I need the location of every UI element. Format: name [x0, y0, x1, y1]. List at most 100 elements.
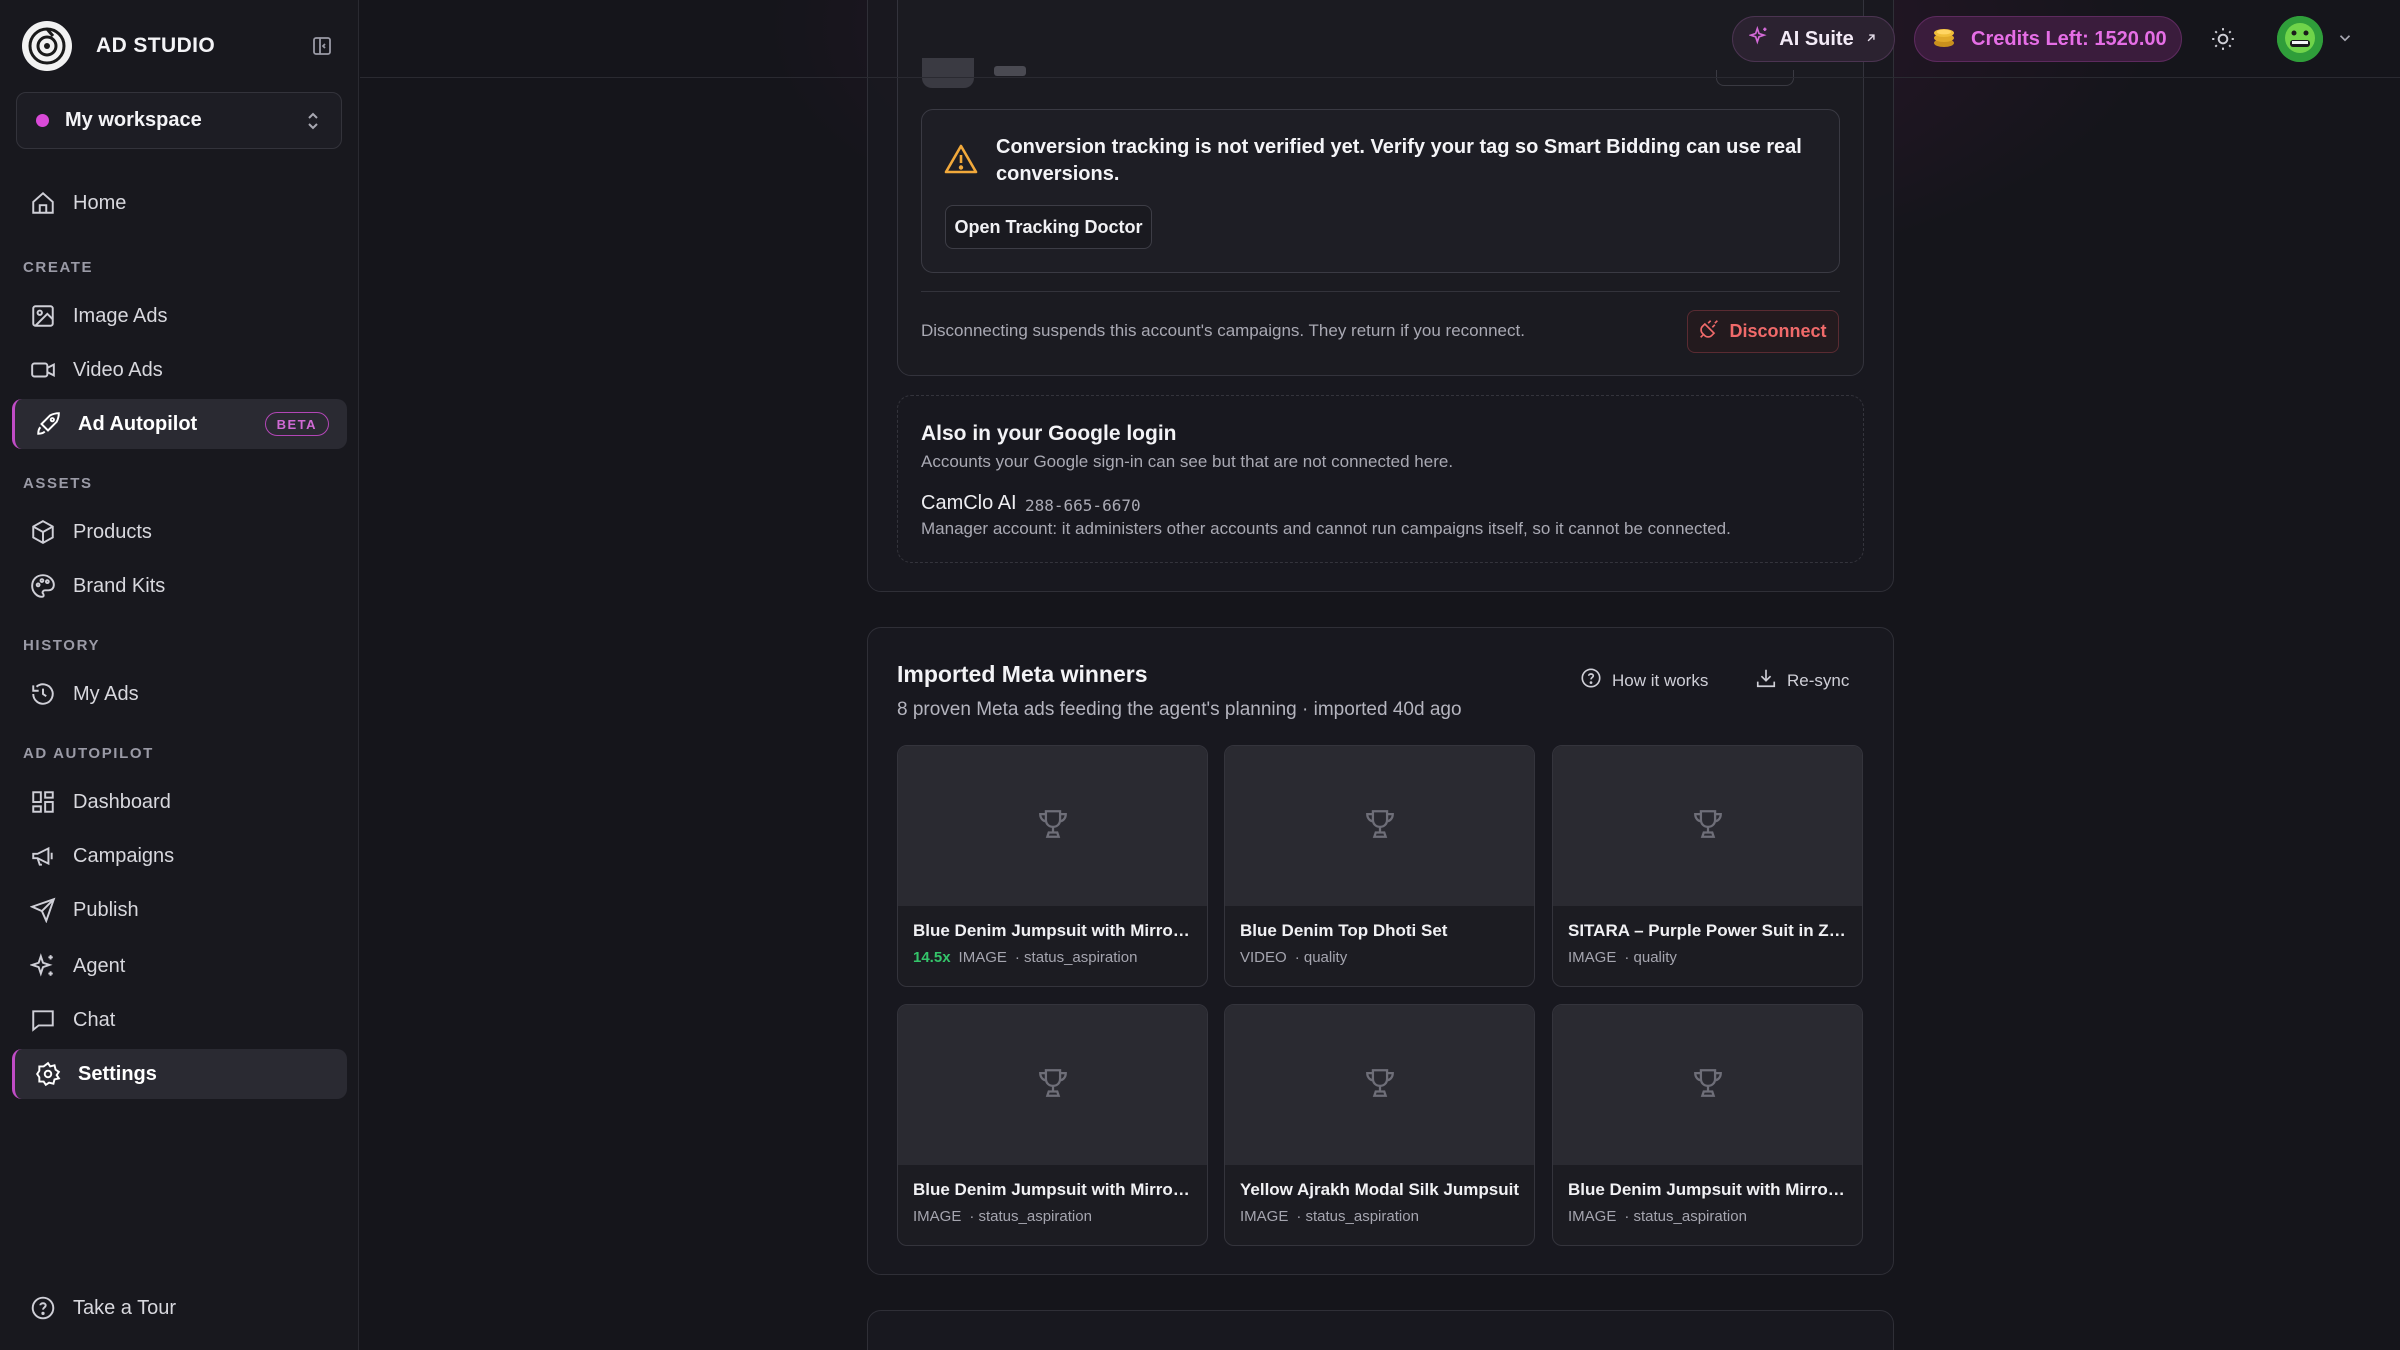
card-type: IMAGE: [1568, 949, 1617, 966]
nav-ad-autopilot[interactable]: Ad Autopilot BETA: [12, 399, 347, 449]
nav-my-ads[interactable]: My Ads: [12, 669, 347, 719]
ai-suite-label: AI Suite: [1779, 27, 1854, 50]
resync-button[interactable]: Re-sync: [1755, 667, 1849, 694]
card-tag: · status_aspiration: [969, 1208, 1092, 1225]
trophy-icon: [1036, 807, 1070, 846]
card-tag: · status_aspiration: [1014, 949, 1138, 966]
dashboard-icon: [29, 788, 57, 816]
winner-card[interactable]: Blue Denim Top Dhoti Set VIDEO · quality: [1224, 745, 1535, 987]
nav-video-ads[interactable]: Video Ads: [12, 345, 347, 395]
card-meta: VIDEO · quality: [1240, 949, 1347, 966]
section-history: HISTORY: [23, 637, 101, 654]
winner-card[interactable]: Blue Denim Jumpsuit with Mirror ... IMAG…: [1552, 1004, 1863, 1246]
brand-name: AD STUDIO: [96, 34, 216, 57]
nav-products[interactable]: Products: [12, 507, 347, 557]
account-name: CamClo AI: [921, 492, 1017, 514]
trophy-icon: [1363, 807, 1397, 846]
card-tag: · status_aspiration: [1624, 1208, 1747, 1225]
section-assets: ASSETS: [23, 475, 93, 492]
nav-take-tour-label: Take a Tour: [73, 1296, 177, 1319]
chevron-updown-icon: [305, 109, 321, 138]
brand[interactable]: AD STUDIO: [22, 20, 215, 72]
meta-winners-subtitle: 8 proven Meta ads feeding the agent's pl…: [897, 699, 1462, 720]
brand-logo-icon: [22, 21, 72, 71]
nav-image-ads[interactable]: Image Ads: [12, 291, 347, 341]
card-title: SITARA – Purple Power Suit in Zar...: [1568, 921, 1850, 940]
ai-suite-button[interactable]: AI Suite: [1732, 16, 1895, 62]
open-tracking-doctor-button[interactable]: Open Tracking Doctor: [945, 205, 1152, 249]
sidebar-collapse-icon[interactable]: [309, 33, 335, 59]
account-id: 288-665-6670: [1025, 496, 1141, 515]
section-create: CREATE: [23, 259, 94, 276]
unplug-icon: [1699, 319, 1719, 344]
top-header: AI Suite Credits Left: 1520.00: [360, 0, 2400, 78]
nav-campaigns-label: Campaigns: [73, 844, 175, 867]
nav-chat-label: Chat: [73, 1008, 116, 1031]
winner-card[interactable]: SITARA – Purple Power Suit in Zar... IMA…: [1552, 745, 1863, 987]
nav-agent[interactable]: Agent: [12, 941, 347, 991]
credits-badge[interactable]: Credits Left: 1520.00: [1914, 16, 2182, 62]
help-circle-icon: [29, 1294, 57, 1322]
nav-campaigns[interactable]: Campaigns: [12, 831, 347, 881]
nav-my-ads-label: My Ads: [73, 682, 139, 705]
coins-icon: [1931, 23, 1957, 55]
workspace-selector[interactable]: My workspace: [16, 92, 342, 149]
how-it-works-button[interactable]: How it works: [1580, 667, 1708, 694]
nav-home[interactable]: Home: [12, 178, 347, 228]
card-meta: IMAGE · status_aspiration: [913, 1208, 1092, 1225]
tracking-alert-text: Conversion tracking is not verified yet.…: [996, 136, 1802, 185]
nav-image-ads-label: Image Ads: [73, 304, 168, 327]
nav-publish-label: Publish: [73, 898, 139, 921]
workspace-label: My workspace: [65, 109, 202, 131]
trophy-icon: [1363, 1066, 1397, 1105]
winner-card[interactable]: Blue Denim Jumpsuit with Mirror ... IMAG…: [897, 1004, 1208, 1246]
card-meta: IMAGE · status_aspiration: [1240, 1208, 1419, 1225]
sparkles-icon: [29, 952, 57, 980]
nav-publish[interactable]: Publish: [12, 885, 347, 935]
trophy-icon: [1691, 1066, 1725, 1105]
card-tag: · quality: [1624, 949, 1677, 966]
card-meta: IMAGE · status_aspiration: [1568, 1208, 1747, 1225]
nav-settings[interactable]: Settings: [12, 1049, 347, 1099]
trophy-icon: [1691, 807, 1725, 846]
nav-dashboard[interactable]: Dashboard: [12, 777, 347, 827]
card-title: Blue Denim Top Dhoti Set: [1240, 921, 1448, 940]
nav-chat[interactable]: Chat: [12, 995, 347, 1045]
nav-settings-label: Settings: [78, 1062, 157, 1085]
nav-agent-label: Agent: [73, 954, 126, 977]
card-tag: · status_aspiration: [1296, 1208, 1419, 1225]
home-icon: [29, 189, 57, 217]
next-panel: [867, 1310, 1894, 1350]
meta-winners-title: Imported Meta winners: [897, 661, 1148, 687]
card-type: IMAGE: [958, 949, 1007, 966]
megaphone-icon: [29, 842, 57, 870]
chat-icon: [29, 1006, 57, 1034]
avatar[interactable]: [2277, 16, 2323, 62]
card-type: IMAGE: [913, 1208, 962, 1225]
box-icon: [29, 518, 57, 546]
card-tag: · quality: [1294, 949, 1348, 966]
section-ad-autopilot: AD AUTOPILOT: [23, 745, 154, 762]
sun-icon[interactable]: [2208, 24, 2238, 54]
nav-take-tour[interactable]: Take a Tour: [12, 1283, 347, 1333]
card-thumbnail: [1553, 1005, 1862, 1165]
winner-card[interactable]: Yellow Ajrakh Modal Silk Jumpsuit IMAGE …: [1224, 1004, 1535, 1246]
nav-brand-kits[interactable]: Brand Kits: [12, 561, 347, 611]
chevron-down-icon[interactable]: [2336, 29, 2354, 52]
account-note: Manager account: it administers other ac…: [921, 519, 1731, 538]
nav-products-label: Products: [73, 520, 152, 543]
disconnect-button[interactable]: Disconnect: [1687, 310, 1839, 353]
nav-home-label: Home: [73, 191, 127, 214]
card-thumbnail: [898, 1005, 1207, 1165]
credits-label: Credits Left: 1520.00: [1971, 27, 2167, 50]
palette-icon: [29, 572, 57, 600]
card-title: Blue Denim Jumpsuit with Mirror ...: [1568, 1180, 1850, 1199]
help-circle-icon: [1580, 667, 1602, 694]
section-divider: [921, 291, 1840, 292]
gear-icon: [34, 1060, 62, 1088]
other-accounts-title: Also in your Google login: [921, 422, 1177, 445]
download-icon: [1755, 667, 1777, 694]
card-title: Blue Denim Jumpsuit with Mirror ...: [913, 1180, 1195, 1199]
winner-card[interactable]: Blue Denim Jumpsuit with Mirror ... 14.5…: [897, 745, 1208, 987]
image-icon: [29, 302, 57, 330]
